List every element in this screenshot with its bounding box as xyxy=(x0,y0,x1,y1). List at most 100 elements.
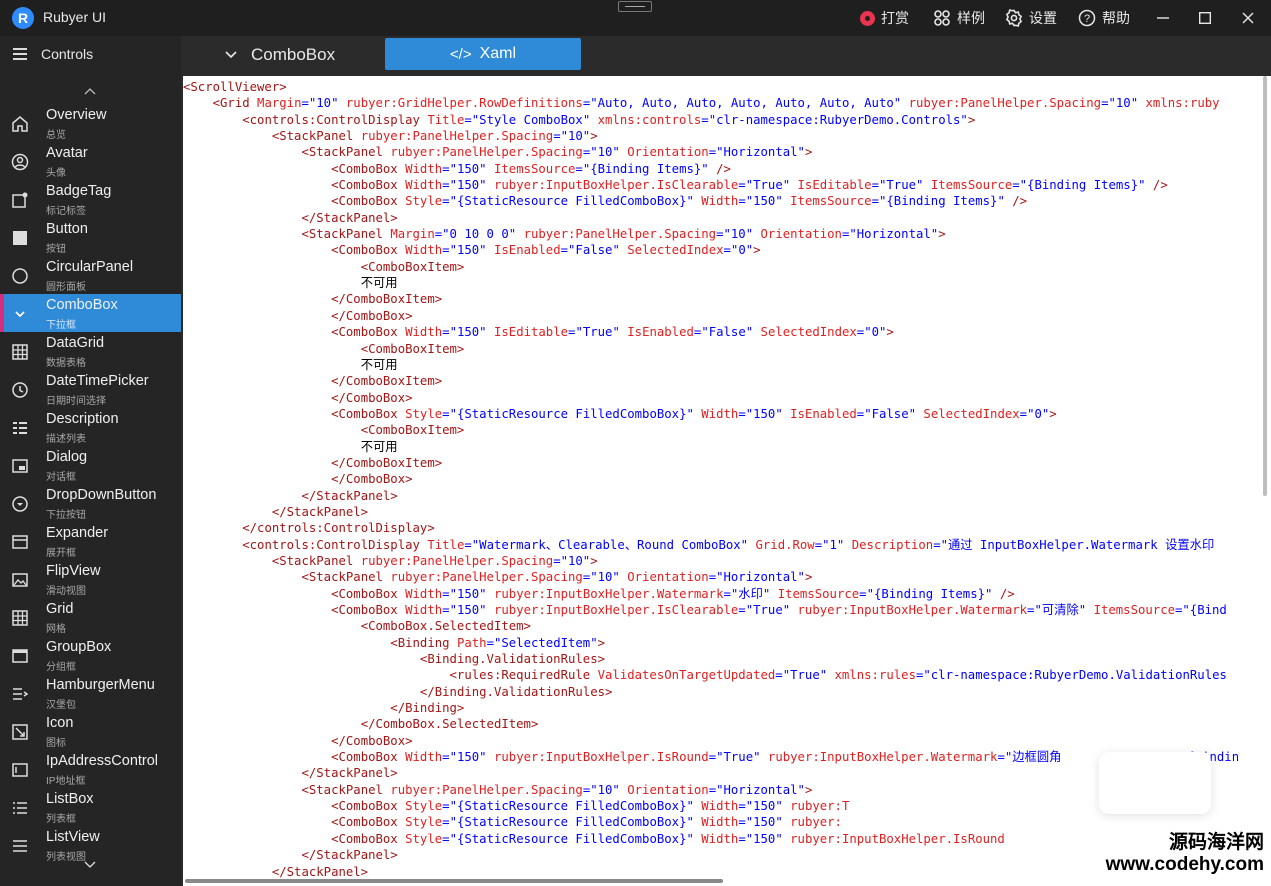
sidebar-item-circularpanel[interactable]: CircularPanel 圆形面板 xyxy=(0,256,181,294)
code-line: </ComboBox.SelectedItem> xyxy=(183,716,1239,732)
nav-list: Overview 总览 Avatar 头像 BadgeTag 标记标签 Butt… xyxy=(0,104,181,864)
code-token: </StackPanel> xyxy=(301,488,398,503)
code-token: SelectedIndex xyxy=(760,325,857,340)
code-token: <StackPanel xyxy=(271,553,361,568)
code-token: "0 10 0 0" xyxy=(442,227,524,242)
sidebar-item-grid[interactable]: Grid 网格 xyxy=(0,598,181,636)
code-line: <ComboBox Width="150" rubyer:InputBoxHel… xyxy=(183,602,1239,618)
code-token: Path xyxy=(456,635,487,650)
code-token: "150" xyxy=(449,243,494,258)
code-token: = xyxy=(814,537,823,552)
code-line: </StackPanel> xyxy=(183,210,1239,226)
scroll-down-icon[interactable] xyxy=(84,858,96,868)
code-token: <ComboBox.SelectedItem> xyxy=(360,619,531,634)
code-line: 不可用 xyxy=(183,275,1239,291)
sidebar-item-dropdownbutton[interactable]: DropDownButton 下拉按钮 xyxy=(0,484,181,522)
code-line: </ComboBox> xyxy=(183,733,1239,749)
maximize-button[interactable] xyxy=(1185,0,1225,36)
code-token: "150" xyxy=(745,194,791,209)
sidebar-item-datagrid[interactable]: DataGrid 数据表格 xyxy=(0,332,181,370)
sidebar-item-avatar[interactable]: Avatar 头像 xyxy=(0,142,181,180)
vertical-scrollbar[interactable] xyxy=(1263,76,1267,496)
sidebar-item-dialog[interactable]: Dialog 对话框 xyxy=(0,446,181,484)
code-token: = xyxy=(738,799,746,814)
close-button[interactable] xyxy=(1228,0,1268,36)
sidebar-item-datetimepicker[interactable]: DateTimePicker 日期时间选择 xyxy=(0,370,181,408)
image-icon xyxy=(11,571,29,589)
sidebar-item-description[interactable]: Description 描述列表 xyxy=(0,408,181,446)
sidebar-item-expander[interactable]: Expander 展开框 xyxy=(0,522,181,560)
code-token: "150" xyxy=(745,831,791,846)
code-token: Width xyxy=(405,586,443,601)
dropdown-icon xyxy=(11,495,29,513)
help-button[interactable]: ? 帮助 xyxy=(1078,0,1130,36)
code-token: = xyxy=(871,178,879,193)
code-line: 不可用 xyxy=(183,439,1239,455)
code-token: "{Binding Items}" xyxy=(1019,178,1153,193)
sidebar-header[interactable]: Controls xyxy=(0,36,181,74)
code-token: ItemsSource xyxy=(777,586,860,601)
code-token: rubyer:PanelHelper.Spacing xyxy=(523,227,717,242)
scroll-up-icon[interactable] xyxy=(84,84,96,95)
samples-button[interactable]: 样例 xyxy=(933,0,985,36)
title-bar[interactable]: R Rubyer UI 打赏 样例 设置 ? 帮助 xyxy=(0,0,1271,36)
code-token: Style xyxy=(405,194,443,209)
sidebar-item-groupbox[interactable]: GroupBox 分组框 xyxy=(0,636,181,674)
code-token: "150" xyxy=(449,586,494,601)
code-token: "True" xyxy=(575,325,628,340)
code-token: Orientation xyxy=(627,782,709,797)
sidebar-item-title: Description xyxy=(46,411,119,427)
code-token: "150" xyxy=(745,406,791,421)
code-line: <ComboBox Style="{StaticResource FilledC… xyxy=(183,193,1239,209)
code-line: <ComboBox Width="150" IsEditable="True" … xyxy=(183,324,1239,340)
minimize-button[interactable] xyxy=(1143,0,1183,36)
sidebar-item-listbox[interactable]: ListBox 列表框 xyxy=(0,788,181,826)
sidebar-item-icon[interactable]: Icon 图标 xyxy=(0,712,181,750)
sidebar-item-title: ComboBox xyxy=(46,297,118,313)
horizontal-scroll-thumb[interactable] xyxy=(185,879,723,883)
code-token: /> xyxy=(1012,194,1028,209)
sidebar: Controls Overview 总览 Avatar 头像 BadgeTag … xyxy=(0,36,181,886)
settings-button[interactable]: 设置 xyxy=(1005,0,1057,36)
tab-combobox[interactable]: ComboBox xyxy=(225,39,335,71)
sidebar-item-subtitle: IP地址框 xyxy=(46,776,86,787)
horizontal-scrollbar[interactable] xyxy=(183,876,1271,886)
xaml-code-editor[interactable]: <ScrollViewer> <Grid Margin="10" rubyer:… xyxy=(183,76,1271,886)
code-token: ItemsSource xyxy=(493,161,576,176)
hamburger-icon[interactable] xyxy=(13,48,27,60)
code-token: Width xyxy=(701,194,739,209)
code-token: <StackPanel xyxy=(271,129,361,144)
sidebar-item-flipview[interactable]: FlipView 滑动视图 xyxy=(0,560,181,598)
code-token: = xyxy=(708,782,717,797)
sidebar-item-ipaddresscontrol[interactable]: IpAddressControl IP地址框 xyxy=(0,750,181,788)
sidebar-item-overview[interactable]: Overview 总览 xyxy=(0,104,181,142)
reward-button[interactable]: 打赏 xyxy=(860,0,909,36)
tab-xaml[interactable]: </> Xaml xyxy=(385,38,581,70)
sidebar-item-badgetag[interactable]: BadgeTag 标记标签 xyxy=(0,180,181,218)
circle-icon xyxy=(11,267,29,285)
code-token: Width xyxy=(405,243,443,258)
code-line: <controls:ControlDisplay Title="Style Co… xyxy=(183,112,1239,128)
drag-handle[interactable] xyxy=(618,1,652,12)
sidebar-item-title: Dialog xyxy=(46,449,88,465)
sidebar-item-button[interactable]: Button 按钮 xyxy=(0,218,181,256)
sidebar-item-combobox[interactable]: ComboBox 下拉框 xyxy=(0,294,181,332)
code-token: Orientation xyxy=(760,227,842,242)
code-line: <ComboBox Width="150" rubyer:InputBoxHel… xyxy=(183,586,1239,602)
code-token: <ComboBox xyxy=(331,243,406,258)
code-token: rubyer:PanelHelper.Spacing xyxy=(390,570,583,585)
code-line: </controls:ControlDisplay> xyxy=(183,520,1239,536)
sidebar-item-subtitle: 日期时间选择 xyxy=(46,396,106,407)
code-token: > xyxy=(804,782,813,797)
code-token: <ComboBoxItem> xyxy=(360,259,465,274)
sidebar-item-hamburgermenu[interactable]: HamburgerMenu 汉堡包 xyxy=(0,674,181,712)
dialog-icon xyxy=(11,457,29,475)
code-token: "10" xyxy=(590,145,628,160)
